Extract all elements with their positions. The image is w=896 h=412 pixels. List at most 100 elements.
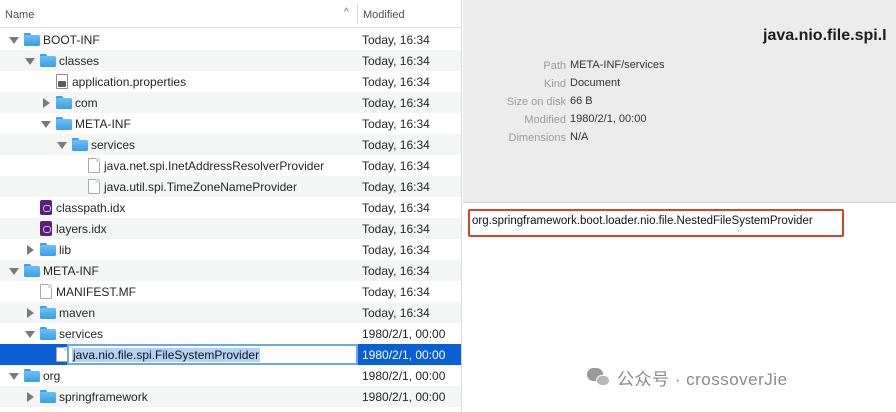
- rename-field-text[interactable]: java.nio.file.spi.FileSystemProvider: [72, 348, 261, 362]
- watermark: 公众号 · crossoverJie: [587, 365, 788, 390]
- file-name: application.properties: [72, 74, 187, 89]
- file-name: services: [59, 326, 104, 341]
- preview-title: java.nio.file.spi.I: [763, 27, 887, 44]
- modified-date: Today, 16:34: [362, 264, 430, 278]
- info-pane: java.nio.file.spi.I Path META-INF/servic…: [463, 0, 896, 203]
- file-row[interactable]: java.util.spi.TimeZoneNameProvider Today…: [0, 176, 461, 197]
- file-name: classpath.idx: [56, 200, 126, 215]
- folder-icon: [56, 96, 72, 109]
- file-row[interactable]: application.properties Today, 16:34: [0, 71, 461, 92]
- file-name: lib: [59, 242, 72, 257]
- modified-date: Today, 16:34: [362, 159, 430, 173]
- column-divider[interactable]: [357, 4, 358, 24]
- file-row[interactable]: classpath.idx Today, 16:34: [0, 197, 461, 218]
- file-content[interactable]: org.springframework.boot.loader.nio.file…: [472, 215, 813, 227]
- disclosure-open-icon[interactable]: [56, 134, 68, 155]
- file-row[interactable]: org 1980/2/1, 00:00: [0, 365, 461, 386]
- rename-field[interactable]: java.nio.file.spi.FileSystemProvider: [67, 344, 358, 365]
- disclosure-open-icon[interactable]: [40, 113, 52, 134]
- file-name: org: [43, 368, 61, 383]
- modified-date: Today, 16:34: [362, 96, 430, 110]
- file-row[interactable]: classes Today, 16:34: [0, 50, 461, 71]
- disclosure-closed-icon[interactable]: [40, 92, 52, 113]
- index-file-icon: [40, 200, 52, 215]
- file-name: BOOT-INF: [43, 32, 100, 47]
- index-file-icon: [40, 221, 52, 236]
- folder-icon: [72, 138, 88, 151]
- folder-icon: [40, 306, 56, 319]
- file-row[interactable]: services Today, 16:34: [0, 134, 461, 155]
- file-name: java.util.spi.TimeZoneNameProvider: [104, 179, 297, 194]
- document-icon: [88, 158, 100, 173]
- file-row[interactable]: java.net.spi.InetAddressResolverProvider…: [0, 155, 461, 176]
- file-row[interactable]: META-INF Today, 16:34: [0, 113, 461, 134]
- info-value: META-INF/services: [570, 59, 665, 71]
- disclosure-open-icon[interactable]: [24, 50, 36, 71]
- file-content-highlight: org.springframework.boot.loader.nio.file…: [468, 209, 844, 237]
- info-value: N/A: [570, 131, 589, 143]
- info-key: Kind: [543, 78, 566, 90]
- folder-icon: [24, 33, 40, 46]
- modified-date: Today, 16:34: [362, 306, 430, 320]
- modified-date: Today, 16:34: [362, 285, 430, 299]
- modified-date: 1980/2/1, 00:00: [362, 327, 446, 341]
- file-row[interactable]: layers.idx Today, 16:34: [0, 218, 461, 239]
- wechat-icon: [587, 367, 611, 388]
- properties-file-icon: [56, 74, 68, 89]
- column-header-name[interactable]: Name: [5, 9, 34, 21]
- file-name: services: [91, 137, 136, 152]
- document-icon: [40, 284, 52, 299]
- info-key: Size on disk: [506, 96, 566, 108]
- file-row[interactable]: lib Today, 16:34: [0, 239, 461, 260]
- disclosure-open-icon[interactable]: [24, 323, 36, 344]
- folder-icon: [40, 54, 56, 67]
- disclosure-closed-icon[interactable]: [24, 386, 36, 407]
- modified-date: Today, 16:34: [362, 75, 430, 89]
- sort-ascending-icon[interactable]: ^: [344, 7, 349, 18]
- file-rows: BOOT-INF Today, 16:34 classes Today, 16:…: [0, 29, 461, 407]
- info-list: Path META-INF/services Kind Document Siz…: [463, 59, 896, 149]
- info-row-dimensions: Dimensions N/A: [463, 131, 896, 149]
- info-row-size: Size on disk 66 B: [463, 95, 896, 113]
- folder-icon: [40, 243, 56, 256]
- modified-date: Today, 16:34: [362, 117, 430, 131]
- file-row[interactable]: META-INF Today, 16:34: [0, 260, 461, 281]
- info-row-modified: Modified 1980/2/1, 00:00: [463, 113, 896, 131]
- list-header: Name ^ Modified: [0, 0, 461, 28]
- file-row[interactable]: com Today, 16:34: [0, 92, 461, 113]
- info-value: 66 B: [570, 95, 593, 107]
- disclosure-closed-icon[interactable]: [24, 239, 36, 260]
- file-name: MANIFEST.MF: [56, 284, 136, 299]
- file-name: classes: [59, 53, 100, 68]
- column-header-modified[interactable]: Modified: [363, 9, 405, 21]
- folder-icon: [56, 117, 72, 130]
- modified-date: Today, 16:34: [362, 180, 430, 194]
- disclosure-open-icon[interactable]: [8, 260, 20, 281]
- file-row[interactable]: services 1980/2/1, 00:00: [0, 323, 461, 344]
- file-list[interactable]: Name ^ Modified BOOT-INF Today, 16:34 cl…: [0, 0, 462, 412]
- info-row-path: Path META-INF/services: [463, 59, 896, 77]
- file-name: META-INF: [43, 263, 99, 278]
- file-name: layers.idx: [56, 221, 107, 236]
- disclosure-open-icon[interactable]: [8, 29, 20, 50]
- watermark-text: 公众号 · crossoverJie: [617, 370, 788, 389]
- disclosure-closed-icon[interactable]: [24, 302, 36, 323]
- preview-pane: java.nio.file.spi.I Path META-INF/servic…: [463, 0, 896, 412]
- modified-date: Today, 16:34: [362, 138, 430, 152]
- file-row[interactable]: maven Today, 16:34: [0, 302, 461, 323]
- modified-date: Today, 16:34: [362, 201, 430, 215]
- info-key: Modified: [524, 114, 566, 126]
- file-row-selected[interactable]: java.nio.file.spi.FileSystemProvider 198…: [0, 344, 461, 365]
- file-row[interactable]: BOOT-INF Today, 16:34: [0, 29, 461, 50]
- modified-date: Today, 16:34: [362, 54, 430, 68]
- file-row[interactable]: springframework 1980/2/1, 00:00: [0, 386, 461, 407]
- file-row[interactable]: MANIFEST.MF Today, 16:34: [0, 281, 461, 302]
- folder-icon: [24, 264, 40, 277]
- file-name: com: [75, 95, 98, 110]
- modified-date: 1980/2/1, 00:00: [362, 348, 446, 362]
- document-icon: [88, 179, 100, 194]
- info-value: Document: [570, 77, 621, 89]
- modified-date: Today, 16:34: [362, 33, 430, 47]
- file-name: maven: [59, 305, 96, 320]
- disclosure-open-icon[interactable]: [8, 365, 20, 386]
